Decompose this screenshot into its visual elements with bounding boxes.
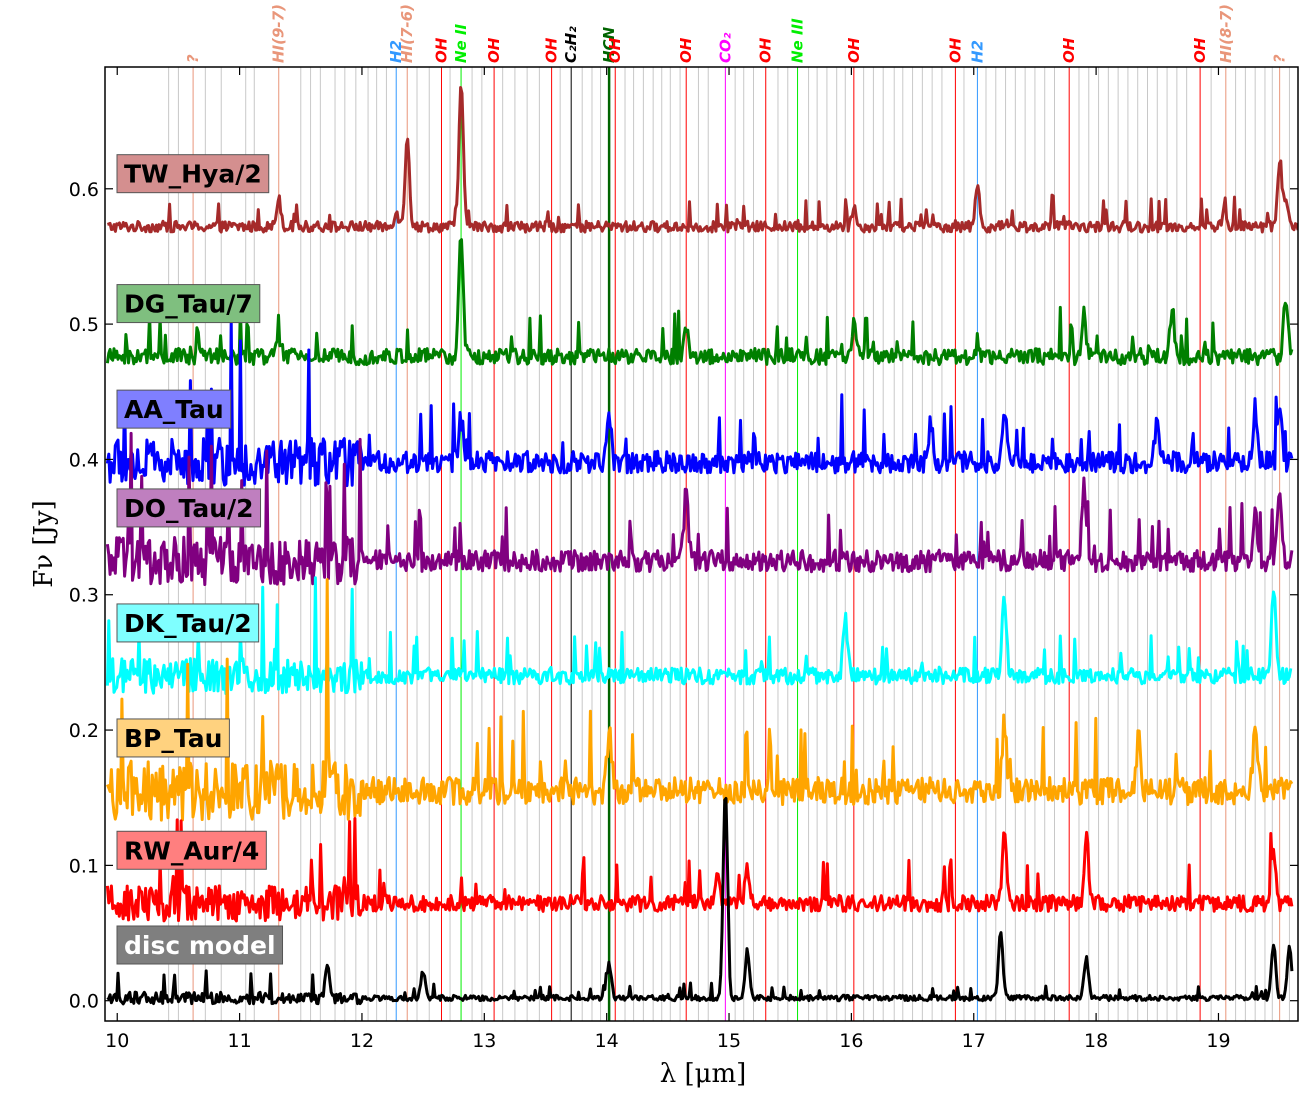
series-label-text: disc model (124, 931, 276, 960)
x-tick-label: 12 (350, 1030, 374, 1052)
x-tick-label: 16 (839, 1030, 863, 1052)
line-id-label: OH (677, 37, 695, 63)
series-line (105, 318, 1294, 488)
series-label-text: DO_Tau/2 (124, 494, 254, 523)
line-id-label: HI(7-6) (398, 4, 416, 63)
x-tick-label: 13 (472, 1030, 496, 1052)
series-label-text: TW_Hya/2 (124, 160, 262, 189)
series-label: DO_Tau/2 (116, 488, 262, 528)
series-label-text: DG_Tau/7 (124, 290, 253, 319)
y-tick-label: 0.1 (69, 855, 99, 877)
series-line (105, 238, 1294, 367)
series-label: TW_Hya/2 (116, 154, 270, 194)
line-id-labels: ? HI(9-7) H2HI(7-6) OH Ne II OH OH C₂H₂ HCNOH OH C… (184, 4, 1289, 63)
series-line (105, 817, 1294, 923)
line-id-label: OH (757, 37, 775, 63)
x-tick-label: 19 (1206, 1030, 1230, 1052)
line-id-label: OH (606, 37, 624, 63)
line-id-label: OH (845, 37, 863, 63)
y-tick-label: 0.6 (69, 179, 99, 201)
line-id-label: CO₂ (716, 32, 734, 63)
series-label-text: AA_Tau (124, 395, 224, 424)
y-tick-label: 0.0 (69, 991, 99, 1013)
x-tick-label: 14 (595, 1030, 619, 1052)
series-line (106, 578, 1294, 822)
series-label: DK_Tau/2 (116, 603, 260, 643)
x-axis-title: λ [μm] (660, 1059, 747, 1089)
line-id-label: Ne III (789, 18, 807, 63)
y-tick-label: 0.3 (69, 585, 99, 607)
series-label: BP_Tau (116, 718, 230, 758)
line-id-label: C₂H₂ (562, 26, 580, 63)
line-id-label: OH (432, 37, 450, 63)
line-id-label: OH (543, 37, 561, 63)
series-label: AA_Tau (116, 389, 232, 429)
x-tick-label: 18 (1084, 1030, 1108, 1052)
line-id-label: HI(9-7) (270, 4, 288, 63)
x-tick-label: 11 (228, 1030, 252, 1052)
series-lines (105, 86, 1298, 1006)
series-label: disc model (116, 925, 284, 965)
spectra-chart: 10 11 12 13 14 15 16 17 18 19 0.0 0.1 0.2 0.3 0.4 0.5 0.… (0, 0, 1312, 1112)
x-tick-label: 10 (105, 1030, 129, 1052)
series-label: RW_Aur/4 (116, 830, 267, 870)
series-label: DG_Tau/7 (116, 284, 261, 324)
series-line (105, 576, 1293, 696)
series-label-text: RW_Aur/4 (124, 836, 259, 865)
line-id-label: Ne II (452, 23, 470, 63)
series-label-text: BP_Tau (124, 724, 222, 753)
line-id-label: OH (1060, 37, 1078, 63)
chart-svg: 10 11 12 13 14 15 16 17 18 19 0.0 0.1 0.2 0.3 0.4 0.5 0.… (29, 4, 1299, 1089)
line-id-label: OH (946, 37, 964, 63)
series-label-text: DK_Tau/2 (124, 609, 252, 638)
series-line (106, 86, 1298, 234)
y-tick-label: 0.4 (69, 449, 99, 471)
x-tick-label: 17 (962, 1030, 986, 1052)
y-axis-title: Fν [Jy] (29, 500, 59, 588)
line-id-label: H2 (968, 40, 986, 63)
y-tick-label: 0.2 (69, 720, 99, 742)
line-id-label: ? (184, 54, 202, 63)
x-tick-label: 15 (717, 1030, 741, 1052)
line-id-label: OH (1191, 37, 1209, 63)
line-id-label: OH (485, 37, 503, 63)
line-id-label: ? (1271, 54, 1289, 63)
line-id-label: HI(8-7) (1217, 4, 1235, 63)
y-tick-label: 0.5 (69, 314, 99, 336)
